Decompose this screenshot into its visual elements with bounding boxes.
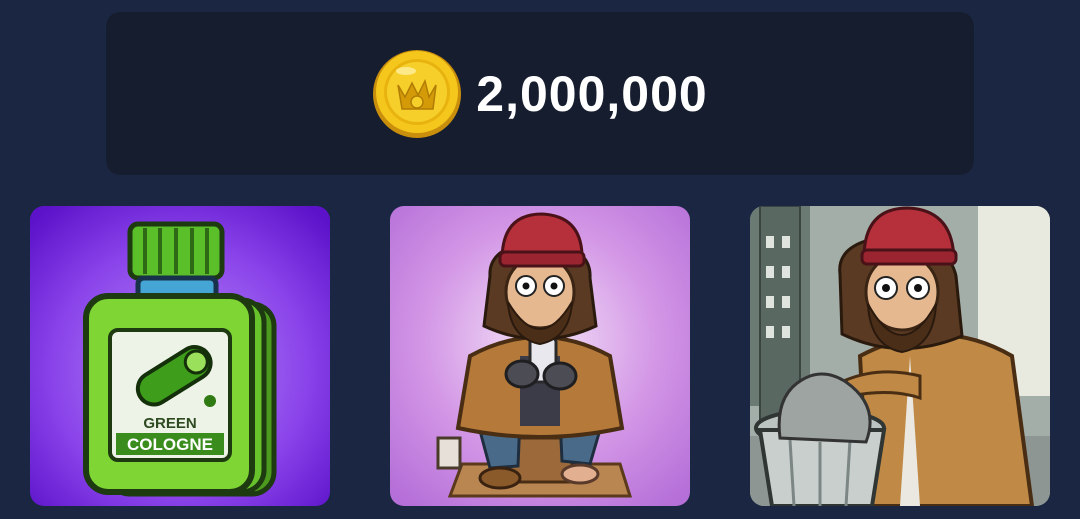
item-card-homeless-phone[interactable] (390, 206, 690, 506)
homeless-man-phone-image (390, 206, 690, 506)
green-cologne-bottle-image: GREEN COLOGNE (30, 206, 330, 506)
item-card-homeless-trash[interactable] (750, 206, 1050, 506)
gold-coin-icon (373, 49, 462, 138)
item-card-green-cologne[interactable]: GREEN COLOGNE (30, 206, 330, 506)
balance-panel: 2,000,000 (106, 12, 974, 175)
balance-amount: 2,000,000 (476, 65, 708, 122)
cologne-label-line1: GREEN (143, 415, 196, 432)
homeless-man-trash-image (750, 206, 1050, 506)
cologne-label-line2: COLOGNE (127, 435, 213, 454)
